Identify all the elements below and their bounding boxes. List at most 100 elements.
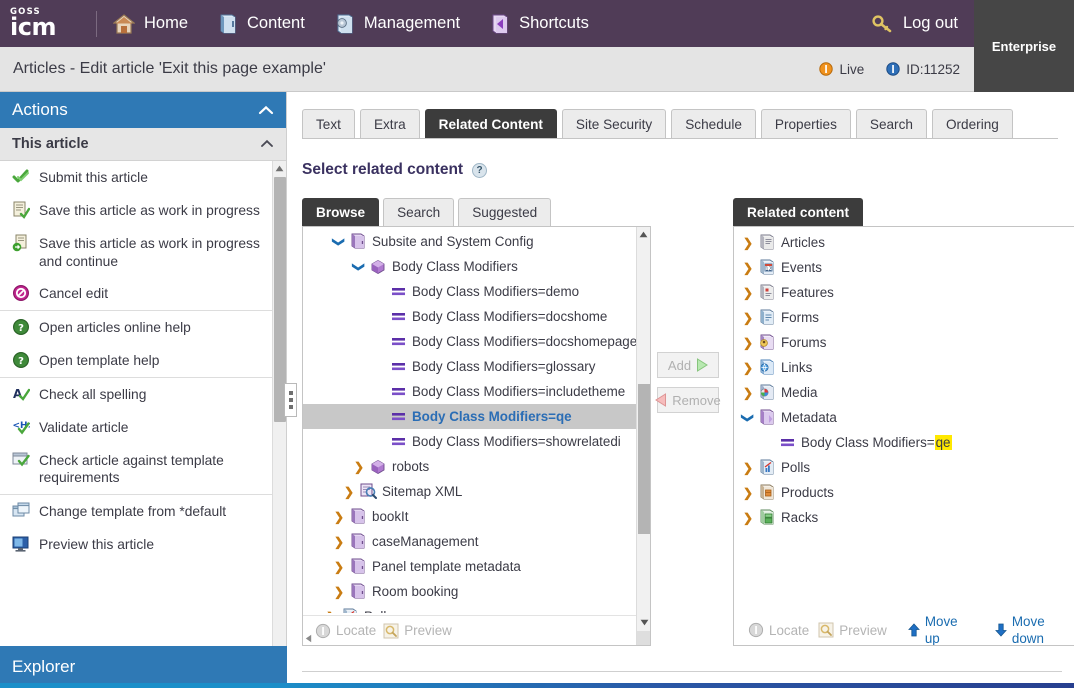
hscroll-left-arrow-icon[interactable] [303,633,313,644]
tree-item-label: Panel template metadata [372,559,521,574]
action-item[interactable]: Save this article as work in progress an… [0,227,273,277]
action-item[interactable]: <H>Validate article [0,411,273,444]
action-item[interactable]: ? Open template help [0,344,273,377]
action-item[interactable]: A Check all spelling [0,376,273,411]
sidebar-scrollbar[interactable] [272,161,286,687]
chevron-right-icon[interactable]: ❯ [740,261,756,275]
explorer-panel-header[interactable]: Explorer [0,646,287,688]
subtab-search[interactable]: Search [383,198,455,226]
tree-item[interactable]: ❯ Media [734,380,1074,405]
tree-item[interactable]: ❯ Body Class Modifiers=includetheme [303,379,637,404]
tree-item[interactable]: ❯ Polls [303,604,637,613]
nav-item-management[interactable]: Management [335,13,460,35]
tree-item[interactable]: ❯ Body Class Modifiers=docshomepage [303,329,637,354]
tree-item[interactable]: ❯ caseManagement [303,529,637,554]
nav-item-shortcuts[interactable]: Shortcuts [490,13,589,35]
status-badge[interactable]: Live [819,62,864,77]
tree-item[interactable]: ❯ Body Class Modifiers [303,254,637,279]
tree-item[interactable]: ❯ Subsite and System Config [303,229,637,254]
scroll-down-arrow-icon[interactable] [637,615,650,629]
chevron-down-icon[interactable]: ❯ [741,410,755,426]
footer-link-label: Preview [404,623,452,638]
actions-panel-header[interactable]: Actions [0,92,286,128]
chevron-right-icon[interactable]: ❯ [740,511,756,525]
action-item[interactable]: Check article against template requireme… [0,444,273,494]
chevron-right-icon[interactable]: ❯ [331,510,347,524]
chevron-right-icon[interactable]: ❯ [740,336,756,350]
chevron-right-icon[interactable]: ❯ [740,311,756,325]
tab-properties[interactable]: Properties [760,109,851,138]
chevron-right-icon[interactable]: ❯ [740,236,756,250]
tree-item[interactable]: ❯ Body Class Modifiers=glossary [303,354,637,379]
goss-icm-logo[interactable]: GOSS icm [10,8,88,40]
tree-item[interactable]: ❯ Links [734,355,1074,380]
tree-item[interactable]: ❯ Room booking [303,579,637,604]
action-item[interactable]: ? Open articles online help [0,310,273,344]
footer-link-label: Locate [769,622,810,638]
chevron-right-icon[interactable]: ❯ [323,610,339,614]
tree-item[interactable]: ❯ Body Class Modifiers=demo [303,279,637,304]
tab-related-content[interactable]: Related Content [424,109,557,138]
chevron-right-icon[interactable]: ❯ [351,460,367,474]
tree-item[interactable]: ❯ robots [303,454,637,479]
shortcuts-arrow-icon [490,13,510,35]
this-article-group-header[interactable]: This article [0,128,286,161]
subtab-browse[interactable]: Browse [302,198,380,226]
chevron-down-icon[interactable]: ❯ [352,259,366,275]
tree-item[interactable]: ❯ 12 Events [734,255,1074,280]
tab-search[interactable]: Search [855,109,927,138]
action-item[interactable]: Change template from *default [0,493,273,528]
tree-item[interactable]: ❯ Body Class Modifiers=showrelatedi [303,429,637,454]
tab-ordering[interactable]: Ordering [931,109,1013,138]
scroll-up-arrow-icon[interactable] [273,161,286,175]
subtab-suggested[interactable]: Suggested [458,198,552,226]
chevron-right-icon[interactable]: ❯ [740,361,756,375]
chevron-right-icon[interactable]: ❯ [331,585,347,599]
chevron-right-icon[interactable]: ❯ [341,485,357,499]
tab-related-content[interactable]: Related content [733,198,863,226]
tree-item[interactable]: ❯ Articles [734,230,1074,255]
browse-scroll-thumb[interactable] [638,384,650,534]
tab-schedule[interactable]: Schedule [671,109,756,138]
tree-item[interactable]: ❯ Products [734,480,1074,505]
tree-item[interactable]: ❯ Panel template metadata [303,554,637,579]
chevron-right-icon[interactable]: ❯ [740,386,756,400]
chevron-down-icon[interactable]: ❯ [332,234,346,250]
tree-item[interactable]: ❯ bookIt [303,504,637,529]
tree-item[interactable]: ❯ Metadata [734,405,1074,430]
action-item[interactable]: Cancel edit [0,277,273,310]
tab-site-security[interactable]: Site Security [561,109,667,138]
chevron-right-icon[interactable]: ❯ [740,286,756,300]
nav-item-content[interactable]: Content [218,13,305,35]
footer-link-move-up[interactable]: Move up [896,606,974,645]
tree-item[interactable]: ❯ Sitemap XML [303,479,637,504]
tree-item[interactable]: ❯ Racks [734,505,1074,530]
tree-item[interactable]: ❯ Features [734,280,1074,305]
action-item[interactable]: Save this article as work in progress [0,194,273,227]
article-id-badge[interactable]: ID:11252 [886,62,960,77]
chevron-up-icon[interactable] [258,100,274,120]
logout-button[interactable]: Log out [872,14,958,34]
tree-item[interactable]: ❯ Body Class Modifiers=qe [734,430,1074,455]
scroll-up-arrow-icon[interactable] [637,227,650,241]
action-item[interactable]: Preview this article [0,528,273,561]
panel-splitter-handle[interactable] [284,383,297,417]
help-icon[interactable]: ? [472,162,488,178]
action-item[interactable]: Submit this article [0,161,273,194]
tree-item[interactable]: ❯ Polls [734,455,1074,480]
footer-link-move-down[interactable]: Move down [983,606,1074,645]
tree-item-label: Products [781,485,834,500]
tree-item[interactable]: ❯ Forms [734,305,1074,330]
chevron-right-icon[interactable]: ❯ [740,486,756,500]
chevron-right-icon[interactable]: ❯ [331,535,347,549]
tree-item[interactable]: ❯ Body Class Modifiers=docshome [303,304,637,329]
tree-item[interactable]: ❯ Forums [734,330,1074,355]
chevron-right-icon[interactable]: ❯ [740,461,756,475]
nav-item-home[interactable]: Home [112,13,188,34]
chevron-up-icon[interactable] [260,136,274,152]
browse-vertical-scrollbar[interactable] [636,227,650,645]
tab-text[interactable]: Text [302,109,355,138]
chevron-right-icon[interactable]: ❯ [331,560,347,574]
tree-item[interactable]: ❯ Body Class Modifiers=qe [303,404,637,429]
tab-extra[interactable]: Extra [359,109,420,138]
